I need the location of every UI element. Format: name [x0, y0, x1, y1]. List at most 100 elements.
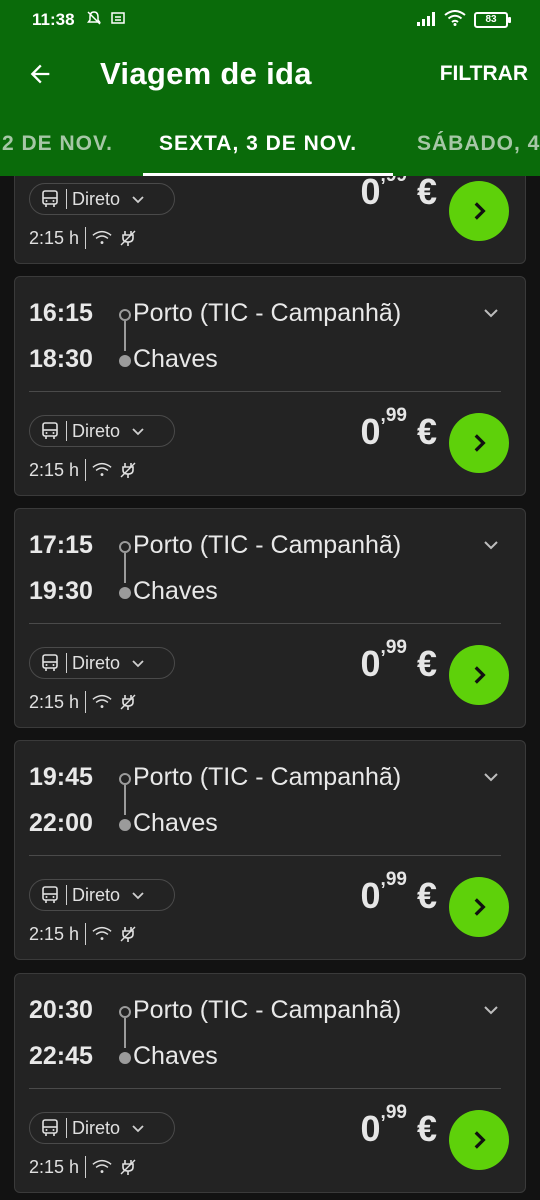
- status-time: 11:38: [32, 10, 75, 29]
- select-trip-button[interactable]: [449, 645, 509, 705]
- timeline-end: [119, 587, 131, 599]
- price-currency: €: [416, 176, 437, 212]
- trip-duration: 2:15 h: [29, 923, 144, 945]
- select-trip-button[interactable]: [449, 1110, 509, 1170]
- trip-price: 0,99€: [360, 869, 437, 916]
- wifi-icon: [444, 10, 466, 30]
- trip-price: 0,99€: [360, 405, 437, 452]
- trip-type-dropdown[interactable]: Direto: [29, 183, 175, 215]
- price-currency: €: [416, 643, 437, 684]
- card-divider: [29, 855, 501, 856]
- price-decimal: 99: [386, 176, 407, 186]
- select-trip-button[interactable]: [449, 413, 509, 473]
- trip-list[interactable]: Direto 2:15 h 0,99€ 16:15Porto (TIC - Ca…: [0, 176, 540, 1200]
- back-button[interactable]: [20, 54, 60, 94]
- duration-label: 2:15 h: [29, 923, 80, 944]
- trip-type-dropdown[interactable]: Direto: [29, 415, 175, 447]
- origin-station: Porto (TIC - Campanhã): [133, 299, 402, 327]
- expand-chevron-icon[interactable]: [479, 533, 503, 557]
- card-divider: [29, 623, 501, 624]
- tab-previous-day[interactable]: 2 DE NOV.: [2, 132, 113, 156]
- bus-icon: [42, 422, 58, 439]
- trip-type-dropdown[interactable]: Direto: [29, 1112, 175, 1144]
- price-decimal: 99: [385, 637, 407, 658]
- timeline-line: [124, 785, 126, 815]
- expand-chevron-icon[interactable]: [479, 301, 503, 325]
- price-integer: 0: [360, 643, 381, 684]
- tab-next-day[interactable]: SÁBADO, 4: [417, 132, 540, 156]
- trip-card[interactable]: Direto 2:15 h 0,99€: [14, 176, 526, 264]
- trip-type-label: Direto: [72, 884, 121, 905]
- trip-type-label: Direto: [72, 1117, 121, 1138]
- chevron-down-icon: [132, 660, 144, 668]
- battery-icon: 83: [474, 12, 511, 28]
- price-integer: 0: [360, 411, 381, 452]
- price-decimal: 99: [385, 405, 407, 426]
- trip-duration: 2:15 h: [29, 227, 144, 249]
- price-currency: €: [416, 1108, 437, 1149]
- wifi-icon: [92, 230, 112, 244]
- destination-station: Chaves: [133, 345, 218, 373]
- arrival-time: 22:45: [29, 1042, 93, 1070]
- price-integer: 0: [360, 176, 381, 212]
- price-decimal: 99: [385, 1102, 407, 1123]
- bus-icon: [42, 1119, 58, 1136]
- chevron-right-icon: [474, 898, 486, 916]
- origin-station: Porto (TIC - Campanhã): [133, 531, 402, 559]
- wifi-icon: [92, 926, 112, 940]
- chevron-right-icon: [474, 666, 486, 684]
- expand-chevron-icon[interactable]: [479, 998, 503, 1022]
- timeline-start: [119, 773, 131, 785]
- bell-off-icon: [86, 10, 102, 30]
- departure-time: 16:15: [29, 299, 93, 327]
- price-integer: 0: [360, 1108, 381, 1149]
- page-title: Viagem de ida: [100, 56, 312, 91]
- power-plug-icon: [120, 1159, 136, 1175]
- duration-label: 2:15 h: [29, 227, 80, 248]
- trip-card[interactable]: 16:15 Porto (TIC - Campanhã) 18:30 Chaves …: [14, 276, 526, 496]
- duration-label: 2:15 h: [29, 691, 80, 712]
- filter-button[interactable]: FILTRAR: [440, 62, 528, 86]
- power-plug-icon: [120, 926, 136, 942]
- destination-station: Chaves: [133, 1042, 218, 1070]
- chevron-right-icon: [474, 1131, 486, 1149]
- departure-time: 20:30: [29, 996, 93, 1024]
- bus-icon: [42, 190, 58, 207]
- arrival-time: 22:00: [29, 809, 93, 837]
- destination-station: Chaves: [133, 577, 218, 605]
- origin-station: Porto (TIC - Campanhã): [133, 763, 402, 791]
- tab-selected-day[interactable]: SEXTA, 3 DE NOV.: [159, 132, 357, 156]
- chevron-right-icon: [474, 434, 486, 452]
- select-trip-button[interactable]: [449, 877, 509, 937]
- price-currency: €: [416, 411, 437, 452]
- card-divider: [29, 391, 501, 392]
- price-decimal: 99: [385, 869, 407, 890]
- trip-card[interactable]: 17:15 Porto (TIC - Campanhã) 19:30 Chaves …: [14, 508, 526, 728]
- chevron-down-icon: [132, 428, 144, 436]
- bus-icon: [42, 886, 58, 903]
- signal-icon: [416, 10, 438, 30]
- power-plug-icon: [120, 694, 136, 710]
- timeline-end: [119, 819, 131, 831]
- trip-type-label: Direto: [72, 652, 121, 673]
- wifi-icon: [92, 694, 112, 708]
- trip-card[interactable]: 19:45 Porto (TIC - Campanhã) 22:00 Chaves …: [14, 740, 526, 960]
- origin-station: Porto (TIC - Campanhã): [133, 996, 402, 1024]
- trip-duration: 2:15 h: [29, 459, 144, 481]
- chevron-down-icon: [132, 1125, 144, 1133]
- trip-card[interactable]: 20:30 Porto (TIC - Campanhã) 22:45 Chaves …: [14, 973, 526, 1193]
- wifi-icon: [92, 462, 112, 476]
- timeline-line: [124, 1018, 126, 1048]
- timeline-end: [119, 1052, 131, 1064]
- duration-label: 2:15 h: [29, 1156, 80, 1177]
- departure-time: 19:45: [29, 763, 93, 791]
- expand-chevron-icon[interactable]: [479, 765, 503, 789]
- chevron-down-icon: [132, 196, 144, 204]
- trip-type-dropdown[interactable]: Direto: [29, 647, 175, 679]
- trip-type-dropdown[interactable]: Direto: [29, 879, 175, 911]
- price-currency: €: [416, 875, 437, 916]
- select-trip-button[interactable]: [449, 181, 509, 241]
- app-header: 11:38 83 Viagem de ida FILTRAR 2 DE NOV.…: [0, 0, 540, 176]
- timeline-start: [119, 1006, 131, 1018]
- status-bar: 11:38 83: [0, 0, 540, 40]
